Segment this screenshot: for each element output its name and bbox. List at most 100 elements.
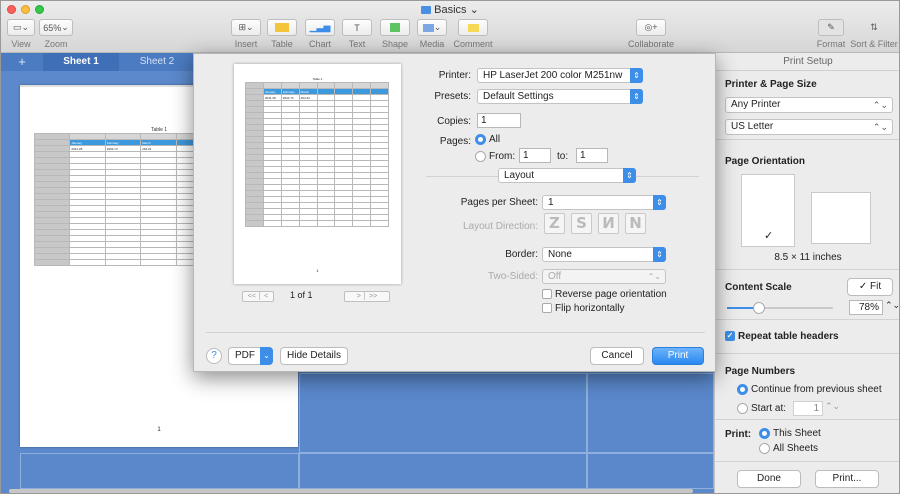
titlebar: Basics ⌄ ▭⌄ View 65% ⌄ Zoom ⊞⌄ Insert Table … [1,1,899,53]
add-sheet-button[interactable]: + [1,53,43,71]
chevron-updown-icon: ⇕ [653,195,666,210]
reverse-orientation-checkbox[interactable]: Reverse page orientation [542,289,667,300]
sidebar-icon: ▭⌄ [7,19,35,36]
text-icon: T [342,19,372,36]
sort-filter-icon: ⇅ [870,22,878,32]
done-button[interactable]: Done [737,470,801,488]
hide-details-button[interactable]: Hide Details [280,347,348,365]
table-button[interactable]: Table [267,19,297,49]
landscape-option[interactable] [811,192,871,244]
pages-per-sheet-popup[interactable]: 1 ⇕ [542,195,666,210]
border-popup[interactable]: None ⇕ [542,247,666,262]
layout-n-icon[interactable]: N [625,213,646,234]
media-button[interactable]: ⌄ Media [417,19,447,49]
printer-page-size-section: Printer & Page Size Any Printer ⌃⌄ US Let… [715,71,899,137]
table-cell [280,220,300,227]
chevron-updown-icon: ⇕ [630,68,643,83]
repeat-headers-checkbox[interactable]: ✓ Repeat table headers [725,331,839,342]
layout-n-reverse-icon[interactable]: И [598,213,619,234]
scale-field[interactable]: 78% [849,300,883,315]
layout-z-icon[interactable]: Z [544,213,565,234]
page-placeholder [299,453,587,489]
text-button[interactable]: T Text [342,19,372,49]
tab-sheet-2[interactable]: Sheet 2 [119,53,195,71]
sort-filter-button[interactable]: ⇅ Sort & Filter [847,19,899,49]
paper-size-select[interactable]: US Letter ⌃⌄ [725,119,893,135]
collaborate-button[interactable]: ◎+ Collaborate [621,19,681,49]
to-field[interactable]: 1 [576,148,608,163]
chart-button[interactable]: ▁▃▅ Chart [305,19,335,49]
page-number: 1 [157,427,161,433]
repeat-headers-section: ✓ Repeat table headers [715,319,899,353]
print-preview-page: Table 1 January February March 2041.28 2004.… [234,64,401,284]
document-icon [421,6,432,15]
start-at-field[interactable]: 1 [793,401,823,416]
preview-table: January February March 2041.28 2004.73 264.22 [245,82,389,227]
media-icon: ⌄ [417,19,447,36]
print-setup-sidebar: Print Setup Printer & Page Size Any Prin… [714,53,899,493]
printer-select[interactable]: Any Printer ⌃⌄ [725,97,893,113]
table-row [245,220,389,227]
horizontal-scrollbar[interactable] [9,489,693,493]
all-sheets-radio[interactable]: All Sheets [759,443,818,454]
flip-horizontally-checkbox[interactable]: Flip horizontally [542,303,624,314]
chevron-updown-icon: ⌃⌄ [872,100,888,110]
tab-sheet-1[interactable]: Sheet 1 [43,53,119,71]
sidebar-header: Print Setup [715,53,899,71]
help-button[interactable]: ? [206,348,222,364]
page-table: January February March 2041.28 2004.73 264.22 [33,133,213,266]
checkbox-checked-icon: ✓ [725,331,735,342]
pages-all-radio[interactable]: All [475,134,500,145]
layout-s-icon[interactable]: S [571,213,592,234]
insert-button[interactable]: ⊞⌄ Insert [231,19,261,49]
two-sided-popup[interactable]: Off ⌃⌄ [542,269,666,284]
fit-button[interactable]: ✓ Fit [847,278,893,296]
next-page-button[interactable]: > │ >> [344,291,390,302]
start-at-radio[interactable]: Start at: [737,403,786,414]
shape-icon [380,19,410,36]
from-field[interactable]: 1 [519,148,551,163]
table-cell [245,220,264,227]
copies-field[interactable]: 1 [477,113,521,128]
first-page-button[interactable]: << │ < [242,291,274,302]
cancel-button[interactable]: Cancel [590,347,644,365]
this-sheet-radio[interactable]: This Sheet [759,428,821,439]
portrait-option[interactable]: ✓ [741,174,795,247]
comment-button[interactable]: Comment [453,19,493,49]
view-button[interactable]: ▭⌄ View [7,19,35,49]
continue-numbering-radio[interactable]: Continue from previous sheet [737,384,882,395]
table-cell [262,220,282,227]
numbers-window: Basics ⌄ ▭⌄ View 65% ⌄ Zoom ⊞⌄ Insert Table … [0,0,900,494]
chevron-updown-icon: ⌃⌄ [647,272,661,281]
shape-button[interactable]: Shape [380,19,410,49]
scale-slider-knob[interactable] [752,302,765,314]
scale-stepper[interactable]: ⌃⌄ [885,300,899,311]
scale-slider[interactable] [727,302,833,314]
document-title[interactable]: Basics ⌄ [1,3,899,16]
page-placeholder [587,373,714,453]
format-button[interactable]: ✎ Format [811,19,851,49]
zoom-button[interactable]: 65% ⌄ Zoom [39,19,73,49]
chevron-updown-icon: ⇕ [623,168,636,183]
printer-popup[interactable]: HP LaserJet 200 color M251nw ⇕ [477,68,643,83]
chevron-updown-icon: ⌃⌄ [872,122,888,132]
pdf-menu-button[interactable]: PDF ⌄ [228,347,273,365]
table-cell [69,259,106,266]
chart-icon: ▁▃▅ [305,19,335,36]
page-orientation-section: Page Orientation ✓ 8.5 × 11 inches [715,139,899,269]
pages-range-radio[interactable]: From: [475,151,515,162]
section-popup[interactable]: Layout ⇕ [498,168,636,183]
preview-page-number: 1 [316,268,319,273]
sidebar-print-button[interactable]: Print... [815,470,879,488]
table-cell [33,259,71,266]
start-at-stepper[interactable]: ⌃⌄ [825,401,840,412]
format-brush-icon: ✎ [818,19,844,36]
page-numbers-section: Page Numbers Continue from previous shee… [715,353,899,419]
table-cell [352,220,372,227]
table-cell [104,259,142,266]
print-button[interactable]: Print [652,347,704,365]
paper-size-label: 8.5 × 11 inches [774,252,842,263]
presets-popup[interactable]: Default Settings ⇕ [477,89,643,104]
table-row [33,259,213,266]
table-icon [267,19,297,36]
